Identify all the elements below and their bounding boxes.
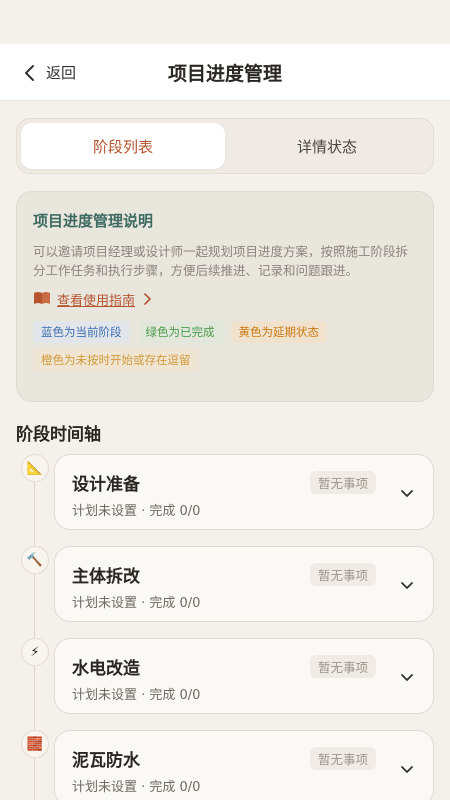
chevron-down-icon[interactable] [397,483,417,503]
back-button[interactable]: 返回 [18,44,76,101]
stage-item: 🔨 主体拆改 计划未设置 · 完成 0/0 暂无事项 [0,546,450,622]
stage-card-design-prep[interactable]: 设计准备 计划未设置 · 完成 0/0 暂无事项 [54,454,434,530]
book-icon [33,290,51,309]
stage-card-tiling-waterproof[interactable]: 泥瓦防水 计划未设置 · 完成 0/0 暂无事项 [54,730,434,800]
stage-meta: 计划未设置 · 完成 0/0 [72,596,201,611]
stage-meta: 计划未设置 · 完成 0/0 [72,780,201,795]
stage-name: 设计准备 [72,475,140,495]
status-legend: 蓝色为当前阶段 绿色为已完成 黄色为延期状态 橙色为未按时开始或存在逗留 [33,321,417,371]
stage-item: 🧱 泥瓦防水 计划未设置 · 完成 0/0 暂无事项 [0,730,450,800]
legend-delayed: 黄色为延期状态 [230,321,327,343]
info-description: 可以邀请项目经理或设计师一起规划项目进度方案，按照施工阶段拆分工作任务和执行步骤… [33,244,409,278]
ruler-triangle-icon: 📐 [21,454,49,482]
stage-name: 泥瓦防水 [72,751,140,771]
brick-icon: 🧱 [21,730,49,758]
chevron-left-icon [18,62,40,84]
stage-meta: 计划未设置 · 完成 0/0 [72,688,201,703]
info-title: 项目进度管理说明 [33,212,154,230]
stage-item: 📐 设计准备 计划未设置 · 完成 0/0 暂无事项 [0,454,450,530]
legend-completed: 绿色为已完成 [137,321,223,343]
stage-name: 主体拆改 [72,567,140,587]
back-label: 返回 [46,64,77,82]
stage-card-structural[interactable]: 主体拆改 计划未设置 · 完成 0/0 暂无事项 [54,546,434,622]
chevron-down-icon[interactable] [397,667,417,687]
app-header: 返回 项目进度管理 [0,44,450,101]
status-badge: 暂无事项 [310,747,377,770]
stage-meta: 计划未设置 · 完成 0/0 [72,504,201,519]
lightning-icon: ⚡ [21,638,49,666]
chevron-down-icon[interactable] [397,575,417,595]
stage-item: ⚡ 水电改造 计划未设置 · 完成 0/0 暂无事项 [0,638,450,714]
chevron-down-icon[interactable] [397,759,417,779]
timeline-title: 阶段时间轴 [16,425,101,445]
info-card: 项目进度管理说明 可以邀请项目经理或设计师一起规划项目进度方案，按照施工阶段拆分… [16,191,434,402]
stage-card-plumbing-electric[interactable]: 水电改造 计划未设置 · 完成 0/0 暂无事项 [54,638,434,714]
tab-stage-list[interactable]: 阶段列表 [21,123,225,169]
chevron-right-icon [143,290,152,309]
tab-detail-status[interactable]: 详情状态 [225,123,429,169]
legend-current: 蓝色为当前阶段 [33,321,130,343]
guide-label: 查看使用指南 [57,294,136,309]
status-badge: 暂无事项 [310,563,377,586]
status-badge: 暂无事项 [310,655,377,678]
status-badge: 暂无事项 [310,471,377,494]
tab-bar: 阶段列表 详情状态 [16,118,434,174]
stage-name: 水电改造 [72,659,140,679]
status-bar [0,0,450,44]
guide-link[interactable]: 查看使用指南 [33,290,417,309]
hammer-icon: 🔨 [21,546,49,574]
legend-not-started: 橙色为未按时开始或存在逗留 [33,349,199,371]
